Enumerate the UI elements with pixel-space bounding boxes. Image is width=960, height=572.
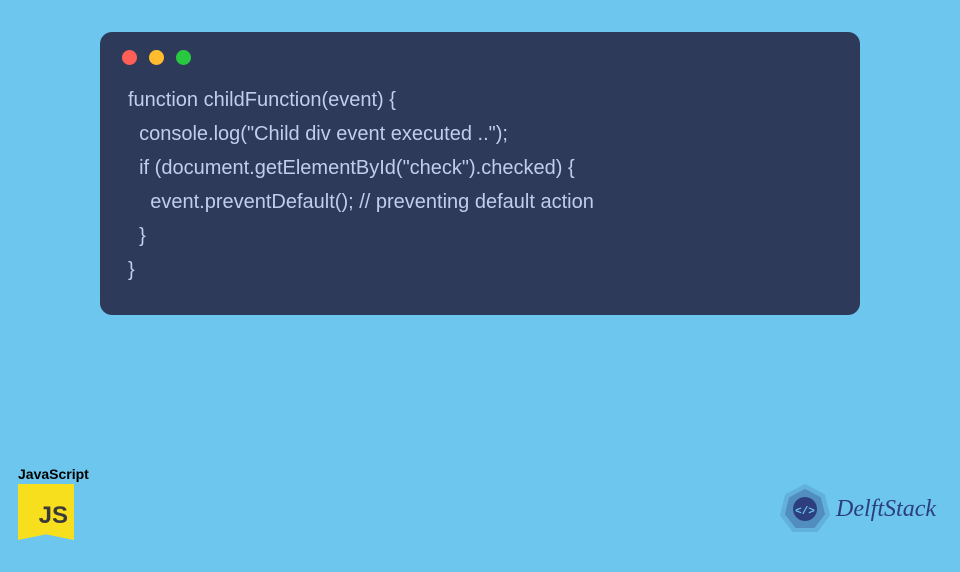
- javascript-logo-icon: JS: [18, 484, 74, 540]
- delftstack-logo-icon: </>: [778, 482, 832, 536]
- javascript-label: JavaScript: [18, 466, 89, 482]
- svg-text:</>: </>: [795, 506, 815, 518]
- code-line: }: [128, 225, 146, 247]
- code-content: function childFunction(event) { console.…: [100, 75, 860, 295]
- javascript-logo-text: JS: [39, 502, 68, 530]
- code-line: function childFunction(event) {: [128, 89, 396, 111]
- delftstack-name: DelftStack: [836, 496, 936, 523]
- code-line: }: [128, 259, 135, 281]
- minimize-icon: [149, 50, 164, 65]
- code-line: if (document.getElementById("check").che…: [128, 157, 575, 179]
- window-controls: [100, 32, 860, 75]
- code-block: function childFunction(event) { console.…: [100, 32, 860, 315]
- maximize-icon: [176, 50, 191, 65]
- delftstack-brand: </> DelftStack: [778, 482, 936, 536]
- close-icon: [122, 50, 137, 65]
- code-line: console.log("Child div event executed ..…: [128, 123, 508, 145]
- code-line: event.preventDefault(); // preventing de…: [128, 191, 594, 213]
- javascript-badge: JavaScript JS: [18, 466, 89, 540]
